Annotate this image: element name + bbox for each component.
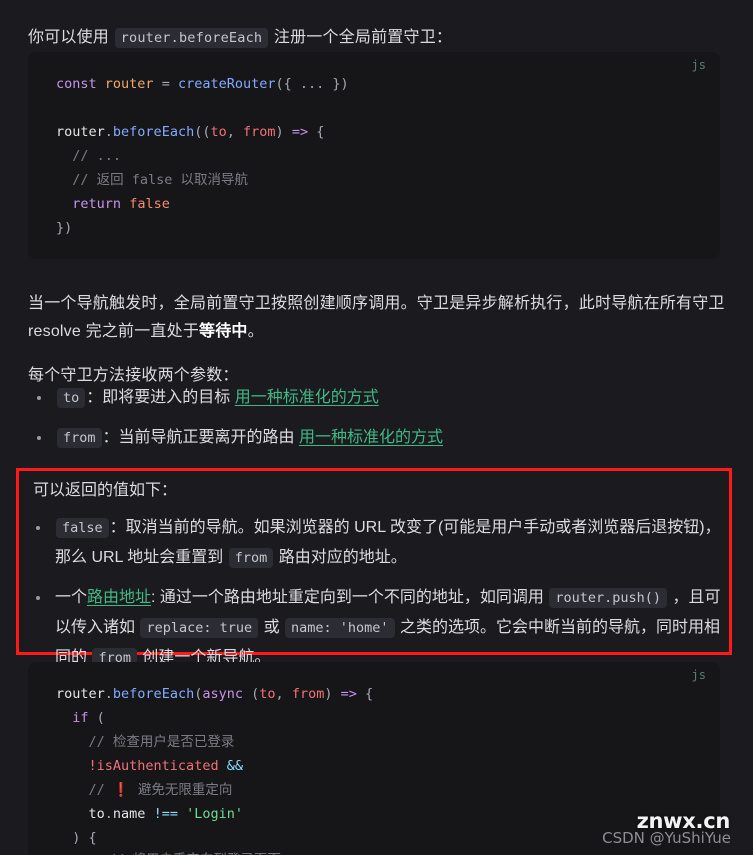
list-item-false-return: false ：取消当前的导航。如果浏览器的 URL 改变了(可能是用户手动或者浏览… [27, 513, 721, 573]
false-text-2: 路由对应的地址。 [274, 549, 407, 566]
watermark-secondary: CSDN @YuShiYue [602, 829, 731, 847]
guard-params-list: to ：即将要进入的目标 用一种标准化的方式 from ：当前导航正要离开的路由 用… [28, 383, 728, 453]
paragraph-1-part2: 。 [247, 323, 264, 340]
list-item-route-location-return: 一个路由地址: 通过一个路由地址重定向到一个不同的地址，如同调用 router.… [27, 583, 721, 673]
link-normalized-location-to[interactable]: 用一种标准化的方式 [235, 389, 379, 406]
code-block-2: js router.beforeEach(async (to, from) =>… [28, 662, 720, 855]
code-language-label: js [691, 58, 706, 72]
paragraph-1-part1: 当一个导航触发时，全局前置守卫按照创建顺序调用。守卫是异步解析执行，此时导航在所… [28, 295, 725, 340]
inline-code-replace-true: replace: true [140, 618, 259, 638]
red-highlight-box: 可以返回的值如下： false ：取消当前的导航。如果浏览器的 URL 改变了(可… [16, 468, 732, 668]
inline-code-router-beforeeach: router.beforeEach [114, 28, 269, 48]
route-text-3: 或 [259, 619, 285, 636]
return-values-list: false ：取消当前的导航。如果浏览器的 URL 改变了(可能是用户手动或者浏览… [27, 513, 721, 673]
inline-code-false: false [56, 518, 109, 538]
inline-code-to: to [57, 388, 86, 408]
inline-code-from: from [57, 428, 102, 448]
page-root: 你可以使用 router.beforeEach 注册一个全局前置守卫： js c… [0, 0, 753, 855]
route-sep: : [151, 589, 160, 606]
code-block-2-content[interactable]: router.beforeEach(async (to, from) => { … [28, 662, 720, 855]
intro-paragraph: 你可以使用 router.beforeEach 注册一个全局前置守卫： [28, 24, 733, 52]
intro-text-after: 注册一个全局前置守卫： [273, 29, 453, 46]
paragraph-navigation-order: 当一个导航触发时，全局前置守卫按照创建顺序调用。守卫是异步解析执行，此时导航在所… [28, 290, 728, 346]
code-language-label-2: js [691, 668, 706, 682]
code-block-1: js const router = createRouter({ ... }) … [28, 52, 720, 259]
intro-text-before: 你可以使用 [28, 29, 110, 46]
inline-code-name-home: name: 'home' [285, 618, 395, 638]
list-item-to-sep: ： [86, 389, 103, 406]
list-item-from: from ：当前导航正要离开的路由 用一种标准化的方式 [28, 423, 728, 453]
list-item-from-text: 当前导航正要离开的路由 [118, 429, 299, 446]
code-block-2-cut-line: // 将用户重定向到登录页面 [108, 848, 281, 855]
code-block-1-content[interactable]: const router = createRouter({ ... }) rou… [28, 52, 720, 258]
list-item-from-sep: ： [102, 429, 119, 446]
link-route-location[interactable]: 路由地址 [87, 589, 151, 606]
list-item-to-text: 即将要进入的目标 [102, 389, 235, 406]
list-item-to: to ：即将要进入的目标 用一种标准化的方式 [28, 383, 728, 413]
highlight-box-title: 可以返回的值如下： [33, 482, 178, 499]
route-text-1: 通过一个路由地址重定向到一个不同的地址，如同调用 [159, 589, 549, 606]
link-normalized-location-from[interactable]: 用一种标准化的方式 [299, 429, 443, 446]
route-text-0: 一个 [55, 589, 88, 606]
inline-code-router-push: router.push() [549, 588, 668, 608]
inline-code-from-2: from [228, 548, 274, 568]
paragraph-1-bold: 等待中 [199, 323, 248, 340]
false-sep: ： [109, 519, 126, 536]
